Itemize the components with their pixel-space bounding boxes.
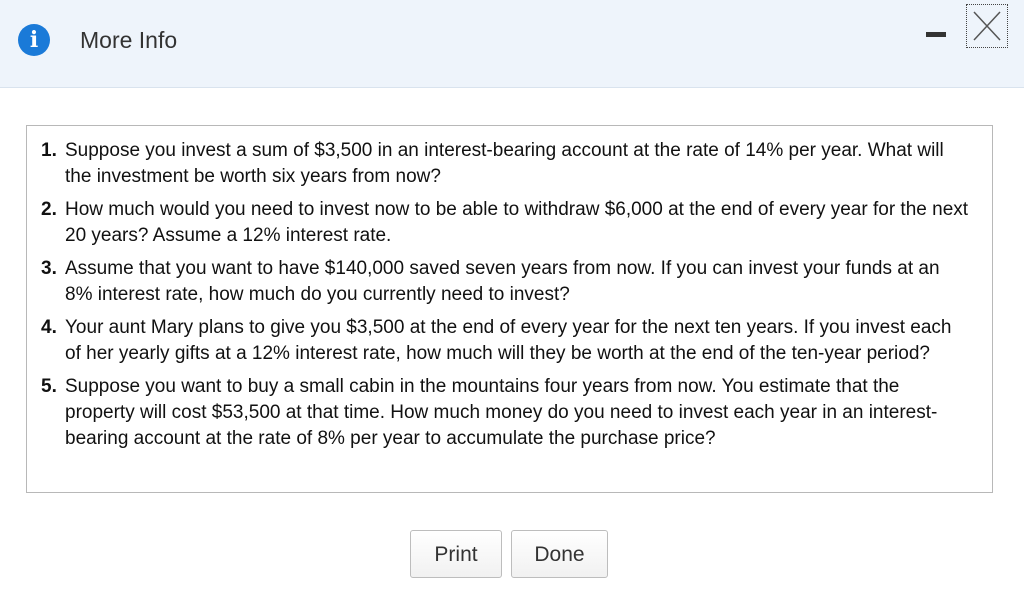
done-button[interactable]: Done xyxy=(511,530,608,578)
question-text: Suppose you invest a sum of $3,500 in an… xyxy=(65,140,944,187)
dialog-header: i More Info xyxy=(0,0,1024,88)
question-number: 4. xyxy=(41,317,57,338)
question-text: Your aunt Mary plans to give you $3,500 … xyxy=(65,317,952,364)
question-number: 1. xyxy=(41,140,57,161)
info-icon: i xyxy=(18,24,50,56)
question-text: Assume that you want to have $140,000 sa… xyxy=(65,258,940,305)
question-item: 3. Assume that you want to have $140,000… xyxy=(41,256,972,308)
close-icon xyxy=(973,11,1001,41)
questions-list: 1. Suppose you invest a sum of $3,500 in… xyxy=(41,138,972,452)
question-item: 4. Your aunt Mary plans to give you $3,5… xyxy=(41,315,972,367)
dialog-title: More Info xyxy=(80,27,178,53)
question-text: How much would you need to invest now to… xyxy=(65,199,969,246)
minimize-icon xyxy=(926,32,946,37)
question-text: Suppose you want to buy a small cabin in… xyxy=(65,376,938,449)
print-button[interactable]: Print xyxy=(410,530,502,578)
question-number: 5. xyxy=(41,376,57,397)
question-item: 2. How much would you need to invest now… xyxy=(41,197,972,249)
minimize-button[interactable] xyxy=(920,20,952,50)
close-button[interactable] xyxy=(966,4,1008,48)
question-number: 3. xyxy=(41,258,57,279)
question-number: 2. xyxy=(41,199,57,220)
question-item: 1. Suppose you invest a sum of $3,500 in… xyxy=(41,138,972,190)
question-item: 5. Suppose you want to buy a small cabin… xyxy=(41,374,972,452)
questions-panel: 1. Suppose you invest a sum of $3,500 in… xyxy=(26,125,993,493)
